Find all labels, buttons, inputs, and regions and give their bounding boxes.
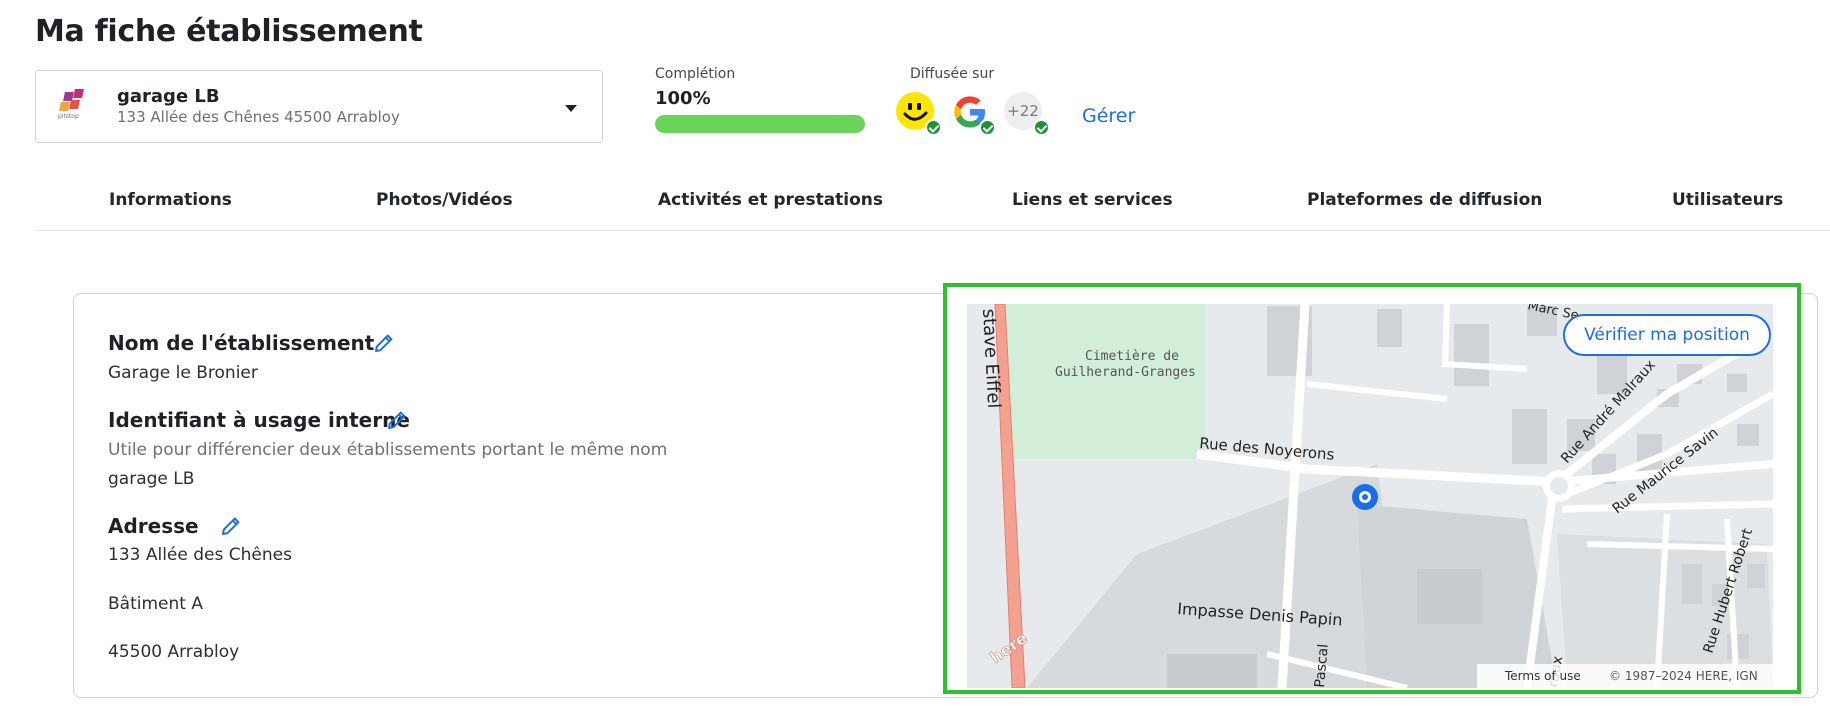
field-internal-id-label: Identifiant à usage interne — [108, 408, 410, 432]
location-map[interactable]: stave Eiffel Cimetière de Guilherand-Gra… — [967, 304, 1773, 688]
here-watermark: here — [986, 628, 1031, 667]
field-name-value: Garage le Bronier — [108, 363, 258, 383]
tab-utilisateurs[interactable]: Utilisateurs — [1672, 190, 1783, 210]
tab-liens-services[interactable]: Liens et services — [1012, 190, 1173, 210]
terms-of-use-link[interactable]: Terms of use — [1505, 669, 1581, 683]
establishment-address: 133 Allée des Chênes 45500 Arrabloy — [117, 108, 400, 126]
check-badge-icon — [925, 119, 942, 136]
location-pin-icon[interactable] — [1352, 484, 1378, 510]
field-address-line1: 133 Allée des Chênes — [108, 545, 292, 565]
map-highlight-frame: stave Eiffel Cimetière de Guilherand-Gra… — [943, 283, 1801, 694]
field-internal-id-help: Utile pour différencier deux établisseme… — [108, 440, 668, 460]
map-copyright: © 1987–2024 HERE, IGN — [1609, 669, 1758, 683]
field-name-label: Nom de l'établissement — [108, 331, 375, 355]
pagesjaunes-smiley-icon — [896, 92, 942, 136]
map-label-cemetery-line2: Guilherand-Granges — [1055, 365, 1196, 380]
check-badge-icon — [1033, 119, 1050, 136]
tab-activites-prestations[interactable]: Activités et prestations — [658, 190, 883, 210]
tab-bar: Informations Photos/Vidéos Activités et … — [35, 180, 1830, 231]
completion-progress-fill — [655, 115, 865, 133]
field-address-line3: 45500 Arrabloy — [108, 642, 240, 662]
caret-down-icon[interactable] — [565, 105, 577, 112]
completion-label: Complétion — [655, 66, 736, 82]
establishment-selector[interactable]: pitstop garage LB 133 Allée des Chênes 4… — [35, 70, 603, 143]
manage-link[interactable]: Gérer — [1082, 105, 1135, 127]
completion-value: 100% — [655, 88, 711, 109]
tab-photos-videos[interactable]: Photos/Vidéos — [376, 190, 513, 210]
tab-plateformes-diffusion[interactable]: Plateformes de diffusion — [1307, 190, 1542, 210]
completion-progress-bar — [655, 115, 865, 133]
edit-address-pencil-icon[interactable] — [219, 514, 243, 538]
field-internal-id-value: garage LB — [108, 469, 195, 489]
diffusion-label: Diffusée sur — [910, 66, 995, 82]
field-address-label: Adresse — [108, 514, 199, 538]
field-address-line2: Bâtiment A — [108, 594, 203, 614]
map-label-cemetery-line1: Cimetière de — [1085, 349, 1179, 364]
edit-internal-id-pencil-icon[interactable] — [385, 408, 409, 432]
page-title: Ma fiche établissement — [35, 14, 423, 49]
verify-position-button[interactable]: Vérifier ma position — [1563, 314, 1771, 356]
map-label-eiffel: stave Eiffel — [978, 308, 1004, 409]
establishment-name: garage LB — [117, 86, 220, 107]
establishment-logo: pitstop — [58, 89, 98, 123]
map-canvas[interactable]: stave Eiffel Cimetière de Guilherand-Gra… — [967, 304, 1773, 688]
map-attribution: Terms of use © 1987–2024 HERE, IGN — [1477, 664, 1773, 688]
google-g-icon — [950, 92, 996, 136]
edit-name-pencil-icon[interactable] — [372, 331, 396, 355]
more-platforms-badge[interactable]: +22 — [1004, 92, 1050, 136]
check-badge-icon — [979, 119, 996, 136]
tab-informations[interactable]: Informations — [109, 190, 232, 210]
logo-text: pitstop — [58, 113, 79, 120]
